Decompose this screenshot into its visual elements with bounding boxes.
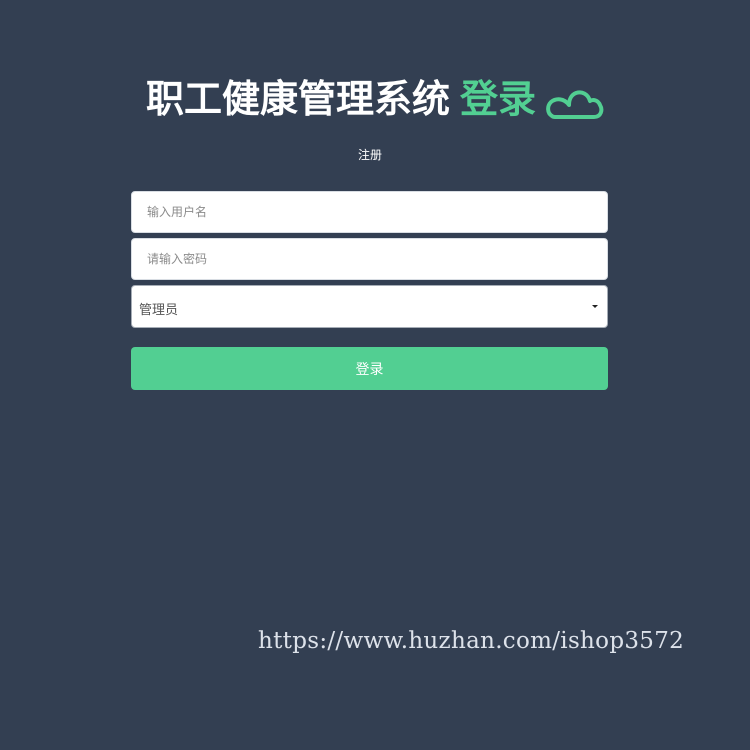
page-title: 职工健康管理系统 登录 [0, 74, 750, 132]
caret-down-icon [592, 305, 598, 308]
role-select[interactable]: 管理员 [131, 285, 608, 328]
login-form: 管理员 [131, 191, 608, 328]
login-button[interactable]: 登录 [131, 347, 608, 390]
password-input[interactable] [131, 238, 608, 280]
watermark-text: https://www.huzhan.com/ishop3572 [258, 628, 685, 654]
register-link[interactable]: 注册 [0, 146, 740, 163]
app-title: 职工健康管理系统 [145, 77, 450, 121]
role-select-value: 管理员 [139, 303, 179, 318]
username-input[interactable] [131, 191, 608, 233]
cloud-icon [546, 89, 604, 119]
login-title: 登录 [460, 77, 537, 121]
